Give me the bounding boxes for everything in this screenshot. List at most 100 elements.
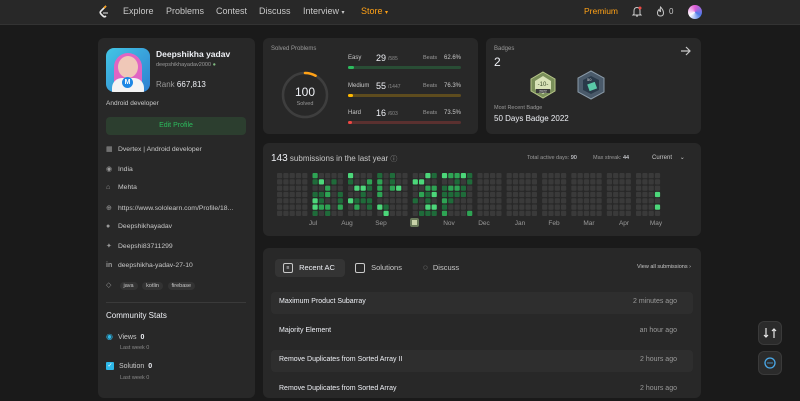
- heatmap-cell[interactable]: [648, 198, 654, 204]
- heatmap-cell[interactable]: [454, 198, 460, 204]
- heatmap-cell[interactable]: [583, 191, 590, 198]
- heatmap-cell[interactable]: [383, 173, 389, 179]
- heatmap-cell[interactable]: [312, 173, 318, 179]
- range-select[interactable]: Current ⌄: [652, 154, 685, 161]
- badge-2022-icon[interactable]: -10- 2022: [530, 71, 556, 99]
- heatmap-cell[interactable]: [648, 173, 654, 179]
- heatmap-cell[interactable]: [318, 191, 324, 198]
- heatmap-cell[interactable]: [419, 198, 425, 204]
- heatmap-cell[interactable]: [636, 179, 642, 185]
- heatmap-cell[interactable]: [596, 191, 602, 198]
- heatmap-cell[interactable]: [590, 191, 596, 198]
- heatmap-cell[interactable]: [377, 204, 383, 210]
- tab-solutions[interactable]: Solutions: [355, 263, 402, 274]
- heatmap-cell[interactable]: [360, 210, 366, 216]
- badge-50-days-icon[interactable]: 50: [577, 70, 605, 100]
- heatmap-cell[interactable]: [325, 185, 331, 191]
- github-link[interactable]: Deepshikhayadav: [118, 223, 172, 230]
- heatmap-cell[interactable]: [312, 185, 318, 191]
- heatmap-cell[interactable]: [477, 179, 483, 185]
- heatmap-cell[interactable]: [302, 210, 308, 216]
- submission-row[interactable]: Remove Duplicates from Sorted Array II 2 …: [271, 350, 693, 372]
- heatmap-cell[interactable]: [348, 204, 354, 210]
- heatmap-cell[interactable]: [496, 191, 502, 198]
- heatmap-cell[interactable]: [571, 204, 577, 210]
- heatmap-cell[interactable]: [554, 198, 560, 204]
- heatmap-cell[interactable]: [542, 204, 548, 210]
- heatmap-cell[interactable]: [525, 210, 531, 216]
- heatmap-cell[interactable]: [506, 185, 512, 191]
- heatmap-cell[interactable]: [477, 204, 483, 210]
- heatmap-cell[interactable]: [331, 198, 337, 204]
- heatmap-cell[interactable]: [561, 185, 567, 191]
- heatmap-cell[interactable]: [606, 198, 612, 204]
- heatmap-cell[interactable]: [441, 210, 448, 216]
- heatmap-cell[interactable]: [490, 198, 496, 204]
- heatmap-cell[interactable]: [531, 204, 537, 210]
- heatmap-cell[interactable]: [441, 191, 448, 198]
- heatmap-cell[interactable]: [583, 198, 590, 204]
- heatmap-cell[interactable]: [506, 173, 512, 179]
- website-link[interactable]: https://www.sololearn.com/Profile/18...: [118, 205, 233, 212]
- tab-discuss[interactable]: ◌ Discuss: [423, 263, 459, 272]
- heatmap-cell[interactable]: [389, 210, 395, 216]
- heatmap-cell[interactable]: [577, 173, 583, 179]
- heatmap-cell[interactable]: [283, 185, 289, 191]
- heatmap-cell[interactable]: [483, 204, 489, 210]
- heatmap-cell[interactable]: [389, 204, 395, 210]
- heatmap-cell[interactable]: [531, 185, 537, 191]
- heatmap-cell[interactable]: [636, 191, 642, 198]
- nav-interview[interactable]: Interview ▾: [303, 6, 345, 16]
- heatmap-cell[interactable]: [542, 173, 548, 179]
- heatmap-cell[interactable]: [354, 204, 360, 210]
- heatmap-cell[interactable]: [477, 198, 483, 204]
- heatmap-cell[interactable]: [519, 179, 525, 185]
- heatmap-cell[interactable]: [283, 173, 289, 179]
- heatmap-cell[interactable]: [606, 173, 612, 179]
- heatmap-cell[interactable]: [425, 179, 431, 185]
- heatmap-cell[interactable]: [548, 210, 554, 216]
- heatmap-cell[interactable]: [477, 210, 483, 216]
- heatmap-cell[interactable]: [377, 179, 383, 185]
- heatmap-cell[interactable]: [590, 198, 596, 204]
- heatmap-cell[interactable]: [389, 173, 395, 179]
- heatmap-cell[interactable]: [548, 198, 554, 204]
- heatmap-cell[interactable]: [590, 210, 596, 216]
- github-info[interactable]: ● Deepshikhayadav: [106, 223, 172, 230]
- heatmap-cell[interactable]: [331, 179, 337, 185]
- heatmap-cell[interactable]: [483, 210, 489, 216]
- heatmap-cell[interactable]: [477, 191, 483, 198]
- heatmap-cell[interactable]: [454, 210, 460, 216]
- submission-row[interactable]: Remove Duplicates from Sorted Array 2 hou…: [271, 379, 693, 401]
- heatmap-cell[interactable]: [295, 204, 302, 210]
- heatmap-cell[interactable]: [483, 198, 489, 204]
- heatmap-cell[interactable]: [606, 185, 612, 191]
- heatmap-cell[interactable]: [366, 185, 373, 191]
- heatmap-cell[interactable]: [571, 191, 577, 198]
- heatmap-cell[interactable]: [525, 185, 531, 191]
- heatmap-cell[interactable]: [389, 198, 395, 204]
- heatmap-cell[interactable]: [337, 185, 343, 191]
- heatmap-cell[interactable]: [354, 191, 360, 198]
- heatmap-cell[interactable]: [512, 198, 519, 204]
- heatmap-cell[interactable]: [571, 185, 577, 191]
- heatmap-cell[interactable]: [289, 173, 295, 179]
- heatmap-cell[interactable]: [383, 191, 389, 198]
- heatmap-cell[interactable]: [289, 204, 295, 210]
- heatmap-cell[interactable]: [613, 173, 619, 179]
- heatmap-cell[interactable]: [519, 198, 525, 204]
- twitter-link[interactable]: Deepshi83711299: [118, 243, 173, 250]
- heatmap-cell[interactable]: [636, 173, 642, 179]
- heatmap-cell[interactable]: [571, 173, 577, 179]
- heatmap-cell[interactable]: [577, 185, 583, 191]
- switch-layout-button[interactable]: [758, 321, 782, 345]
- heatmap-cell[interactable]: [654, 179, 661, 185]
- heatmap-cell[interactable]: [454, 179, 460, 185]
- user-avatar-menu[interactable]: [688, 5, 702, 19]
- heatmap-cell[interactable]: [554, 185, 560, 191]
- heatmap-cell[interactable]: [542, 191, 548, 198]
- website-info[interactable]: ⊕ https://www.sololearn.com/Profile/18...: [106, 204, 233, 212]
- heatmap-cell[interactable]: [596, 204, 602, 210]
- heatmap-cell[interactable]: [454, 185, 460, 191]
- heatmap-cell[interactable]: [619, 198, 625, 204]
